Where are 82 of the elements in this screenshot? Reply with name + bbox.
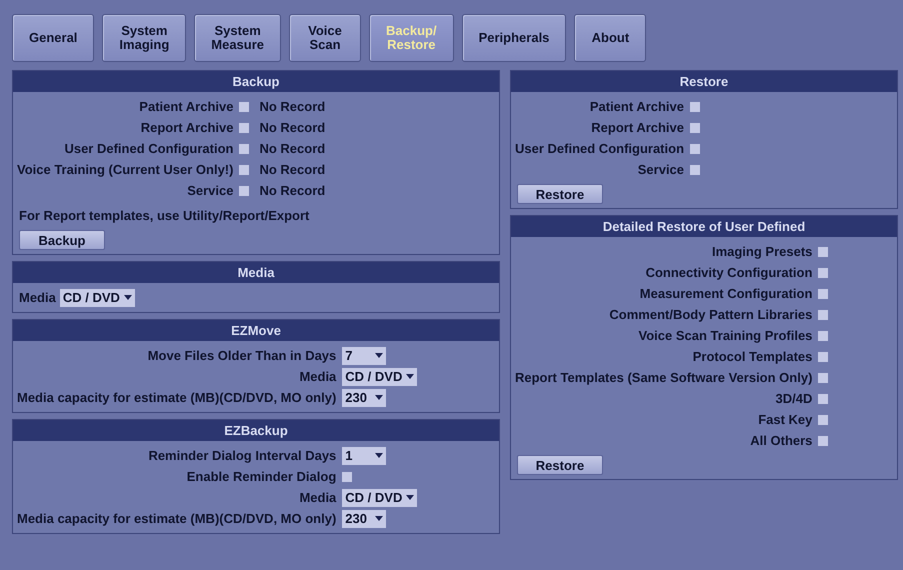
- tab[interactable]: Peripherals: [462, 14, 566, 62]
- field-label: Enable Reminder Dialog: [186, 468, 336, 486]
- field-label: Service: [636, 161, 684, 179]
- checkbox[interactable]: [818, 310, 828, 320]
- panel-title: Backup: [13, 71, 499, 92]
- field-label: Media: [19, 289, 56, 307]
- checkbox[interactable]: [239, 122, 250, 132]
- dropdown[interactable]: 1: [342, 446, 386, 464]
- dropdown[interactable]: CD / DVD: [342, 488, 418, 506]
- field-label: 3D/4D: [774, 390, 812, 408]
- caret-icon: [124, 295, 132, 300]
- field-label: Imaging Presets: [710, 243, 812, 261]
- field-label: Voice Scan Training Profiles: [638, 327, 812, 345]
- status-text: No Record: [259, 162, 326, 177]
- field-label: Media capacity for estimate (MB)(CD/DVD, MO only): [17, 389, 336, 407]
- tab[interactable]: About: [574, 14, 646, 62]
- dropdown[interactable]: 230: [342, 510, 386, 528]
- field-label: Protocol Templates: [692, 348, 812, 366]
- checkbox[interactable]: [342, 472, 352, 482]
- checkbox[interactable]: [818, 394, 828, 404]
- checkbox[interactable]: [239, 102, 250, 112]
- checkbox[interactable]: [818, 288, 828, 298]
- field-label: Voice Training (Current User Only!): [17, 161, 234, 179]
- field-label: Report Archive: [590, 119, 684, 137]
- panel-title: EZMove: [13, 320, 499, 341]
- action-button[interactable]: Restore: [517, 455, 603, 475]
- tab[interactable]: System Imaging: [102, 14, 186, 62]
- checkbox[interactable]: [818, 372, 828, 382]
- field-label: Connectivity Configuration: [644, 264, 812, 282]
- field-label: User Defined Configuration: [515, 140, 684, 158]
- field-label: Reminder Dialog Interval Days: [147, 447, 336, 465]
- field-label: Service: [186, 182, 234, 200]
- checkbox[interactable]: [239, 164, 250, 174]
- field-label: Comment/Body Pattern Libraries: [608, 306, 812, 324]
- dropdown[interactable]: CD / DVD: [60, 288, 135, 306]
- caret-icon: [375, 453, 384, 458]
- field-label: Report Archive: [140, 119, 234, 137]
- field-label: Media: [298, 489, 336, 507]
- checkbox[interactable]: [818, 246, 828, 256]
- field-label: Report Templates (Same Software Version Only): [515, 369, 812, 387]
- field-label: Measurement Configuration: [638, 285, 812, 303]
- field-label: Media capacity for estimate (MB)(CD/DVD, MO only): [17, 510, 336, 528]
- tab[interactable]: General: [12, 14, 94, 62]
- field-label: Fast Key: [757, 411, 812, 429]
- checkbox[interactable]: [690, 102, 700, 112]
- tab[interactable]: Voice Scan: [289, 14, 362, 62]
- checkbox[interactable]: [690, 144, 700, 154]
- checkbox[interactable]: [239, 144, 250, 154]
- panel-title: Media: [13, 262, 499, 283]
- checkbox[interactable]: [690, 122, 700, 132]
- checkbox[interactable]: [818, 352, 828, 362]
- panel-title: EZBackup: [13, 420, 499, 441]
- field-label: Patient Archive: [588, 98, 684, 116]
- tab[interactable]: System Measure: [194, 14, 282, 62]
- field-label: User Defined Configuration: [63, 140, 234, 158]
- checkbox[interactable]: [818, 436, 828, 446]
- caret-icon: [375, 353, 384, 358]
- checkbox[interactable]: [818, 268, 828, 278]
- panel-title: Restore: [511, 71, 897, 92]
- caret-icon: [406, 374, 414, 379]
- status-text: No Record: [259, 141, 326, 156]
- status-text: No Record: [259, 183, 326, 198]
- note-text: For Report templates, use Utility/Report/Export: [18, 207, 310, 225]
- field-label: Patient Archive: [138, 98, 234, 116]
- caret-icon: [406, 495, 414, 500]
- action-button[interactable]: Backup: [19, 230, 105, 250]
- action-button[interactable]: Restore: [517, 184, 603, 204]
- caret-icon: [375, 516, 384, 521]
- checkbox[interactable]: [690, 164, 700, 174]
- status-text: No Record: [259, 120, 326, 135]
- field-label: Move Files Older Than in Days: [146, 347, 336, 365]
- dropdown[interactable]: 7: [342, 346, 386, 364]
- checkbox[interactable]: [818, 330, 828, 340]
- caret-icon: [375, 395, 384, 400]
- panel-title: Detailed Restore of User Defined: [511, 216, 897, 237]
- field-label: Media: [298, 368, 336, 386]
- checkbox[interactable]: [818, 414, 828, 424]
- dropdown[interactable]: 230: [342, 388, 386, 406]
- field-label: All Others: [749, 432, 812, 450]
- checkbox[interactable]: [239, 186, 250, 196]
- status-text: No Record: [259, 99, 326, 114]
- dropdown[interactable]: CD / DVD: [342, 368, 418, 386]
